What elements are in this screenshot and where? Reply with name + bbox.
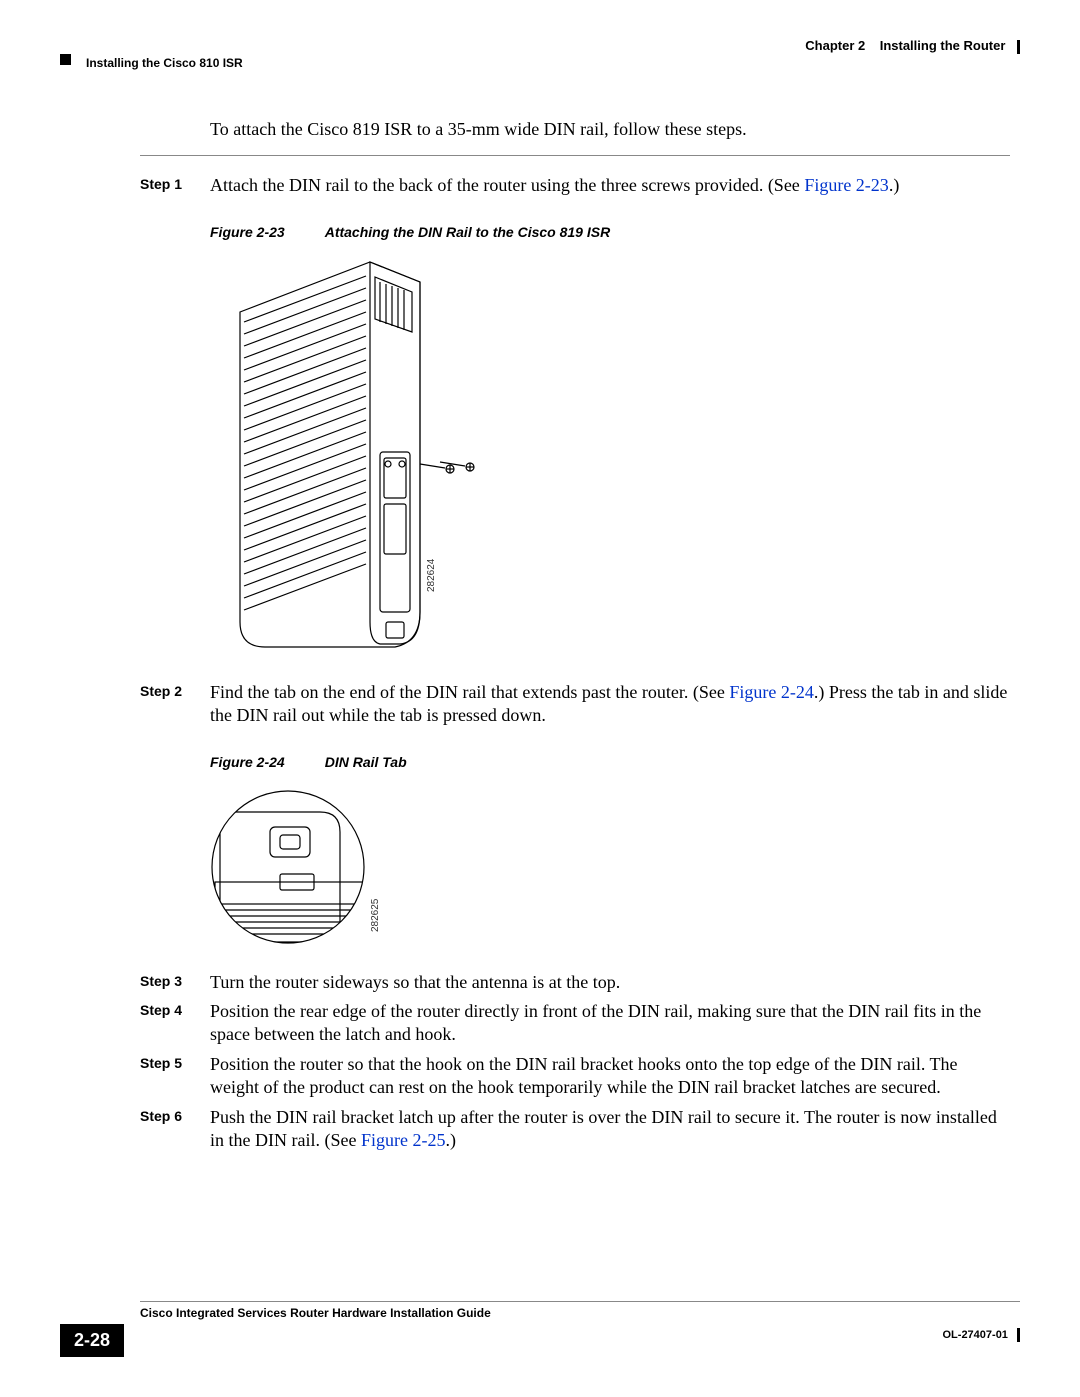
step-row: Step 6 Push the DIN rail bracket latch u… xyxy=(140,1106,1010,1153)
step-text-before: Find the tab on the end of the DIN rail … xyxy=(210,682,729,702)
page-header: Chapter 2 Installing the Router Installi… xyxy=(60,38,1020,70)
figure-number: Figure 2-23 xyxy=(210,224,285,240)
figure-caption: Figure 2-23 Attaching the DIN Rail to th… xyxy=(210,224,1020,240)
figure-2-24: 282625 xyxy=(210,782,1020,957)
step-label: Step 5 xyxy=(140,1053,210,1071)
step-label: Step 4 xyxy=(140,1000,210,1018)
page: Chapter 2 Installing the Router Installi… xyxy=(0,0,1080,1397)
footer-doc-id: OL-27407-01 xyxy=(943,1328,1021,1342)
figure-number: Figure 2-24 xyxy=(210,754,285,770)
din-rail-tab-illustration-icon: 282625 xyxy=(210,782,380,952)
step-text-before: Push the DIN rail bracket latch up after… xyxy=(210,1107,997,1150)
doc-id-text: OL-27407-01 xyxy=(943,1329,1008,1341)
figure-link[interactable]: Figure 2-25 xyxy=(361,1130,446,1150)
step-text: Position the rear edge of the router dir… xyxy=(210,1000,1010,1047)
figure-image-id: 282625 xyxy=(370,898,380,932)
chapter-label: Chapter 2 xyxy=(805,38,865,53)
footer-rule xyxy=(140,1301,1020,1302)
header-bullet-icon xyxy=(60,54,71,65)
step-text: Push the DIN rail bracket latch up after… xyxy=(210,1106,1010,1153)
step-row: Step 1 Attach the DIN rail to the back o… xyxy=(140,174,1010,197)
step-row: Step 5 Position the router so that the h… xyxy=(140,1053,1010,1100)
step-text: Find the tab on the end of the DIN rail … xyxy=(210,681,1010,728)
intro-paragraph: To attach the Cisco 819 ISR to a 35-mm w… xyxy=(210,118,1010,141)
figure-title: DIN Rail Tab xyxy=(325,754,407,770)
step-label: Step 6 xyxy=(140,1106,210,1124)
step-text: Position the router so that the hook on … xyxy=(210,1053,1010,1100)
step-text-after: .) xyxy=(889,175,900,195)
section-title: Installing the Cisco 810 ISR xyxy=(86,56,243,70)
figure-link[interactable]: Figure 2-23 xyxy=(804,175,889,195)
step-text-after: .) xyxy=(445,1130,456,1150)
step-row: Step 4 Position the rear edge of the rou… xyxy=(140,1000,1010,1047)
header-rule-icon xyxy=(1017,40,1020,54)
figure-image-id: 282624 xyxy=(426,558,437,592)
page-footer: Cisco Integrated Services Router Hardwar… xyxy=(60,1301,1020,1357)
header-right: Chapter 2 Installing the Router xyxy=(805,38,1020,54)
step-text: Attach the DIN rail to the back of the r… xyxy=(210,174,1010,197)
step-text-before: Attach the DIN rail to the back of the r… xyxy=(210,175,804,195)
divider xyxy=(140,155,1010,156)
figure-link[interactable]: Figure 2-24 xyxy=(729,682,814,702)
router-illustration-icon: 282624 xyxy=(210,252,480,662)
footer-bar-icon xyxy=(1017,1328,1020,1342)
step-row: Step 2 Find the tab on the end of the DI… xyxy=(140,681,1010,728)
footer-guide-title: Cisco Integrated Services Router Hardwar… xyxy=(140,1306,491,1320)
figure-caption: Figure 2-24 DIN Rail Tab xyxy=(210,754,1020,770)
step-row: Step 3 Turn the router sideways so that … xyxy=(140,971,1010,994)
figure-2-23: 282624 xyxy=(210,252,1020,667)
step-text: Turn the router sideways so that the ant… xyxy=(210,971,1010,994)
figure-title: Attaching the DIN Rail to the Cisco 819 … xyxy=(325,224,611,240)
chapter-title: Installing the Router xyxy=(880,38,1006,53)
content-body: To attach the Cisco 819 ISR to a 35-mm w… xyxy=(60,118,1020,1152)
step-label: Step 2 xyxy=(140,681,210,699)
step-label: Step 3 xyxy=(140,971,210,989)
step-label: Step 1 xyxy=(140,174,210,192)
page-number: 2-28 xyxy=(60,1324,124,1357)
